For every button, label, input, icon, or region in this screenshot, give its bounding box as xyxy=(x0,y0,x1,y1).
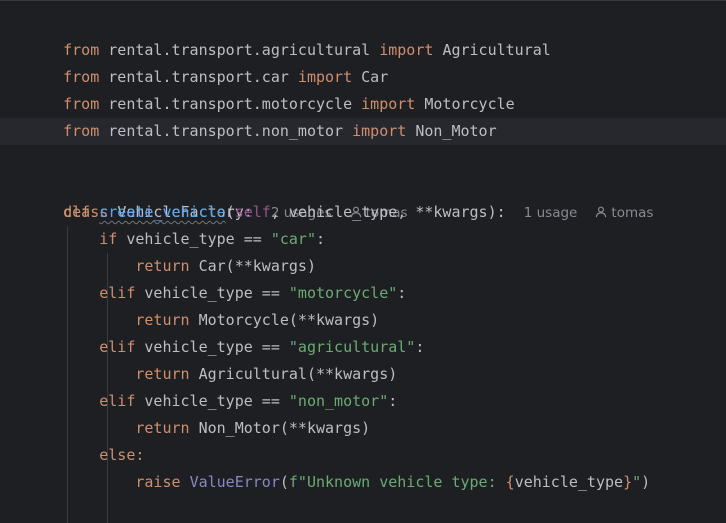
string-literal: "agricultural" xyxy=(288,338,416,356)
colon: : xyxy=(415,338,425,356)
colon: : xyxy=(388,392,398,410)
fstring-brace-open: { xyxy=(505,473,515,491)
fstring-brace-close: } xyxy=(623,473,633,491)
code-line-import[interactable]: from rental.transport.motorcycle import … xyxy=(27,64,515,113)
keyword-elif: elif xyxy=(99,338,136,356)
keyword-if: if xyxy=(99,230,118,248)
keyword-return: return xyxy=(135,311,190,329)
code-line-condition[interactable]: elif vehicle_type == "agricultural": xyxy=(27,334,424,361)
method-params: , vehicle_type, **kwargs): xyxy=(270,203,506,221)
code-line-return[interactable]: return Agricultural(**kwargs) xyxy=(27,361,397,388)
string-literal: "car" xyxy=(270,230,316,248)
condition: vehicle_type == xyxy=(117,230,271,248)
constructor-call: Agricultural(**kwargs) xyxy=(198,365,398,383)
keyword-raise: raise xyxy=(135,473,181,491)
constructor-call: Car(**kwargs) xyxy=(198,257,316,275)
author-hint[interactable]: tomas xyxy=(595,205,653,221)
colon: : xyxy=(316,230,326,248)
keyword-else: else: xyxy=(99,446,145,464)
code-line-condition[interactable]: if vehicle_type == "car": xyxy=(27,226,325,253)
colon: : xyxy=(397,284,407,302)
keyword-return: return xyxy=(135,257,190,275)
code-line-class[interactable]: class VehicleFactory: 2 usages tomas xyxy=(27,172,407,221)
constructor-call: Non_Motor(**kwargs) xyxy=(198,419,371,437)
builtin-exception: ValueError xyxy=(189,473,280,491)
condition: vehicle_type == xyxy=(135,338,289,356)
string-literal: "motorcycle" xyxy=(288,284,398,302)
keyword-def: def xyxy=(63,203,91,221)
condition: vehicle_type == xyxy=(135,392,289,410)
code-line-return[interactable]: return Motorcycle(**kwargs) xyxy=(27,307,379,334)
keyword-from: from xyxy=(63,122,100,140)
method-name: create_vehicle xyxy=(99,203,226,221)
code-editor[interactable]: from rental.transport.agricultural impor… xyxy=(0,0,726,523)
condition: vehicle_type == xyxy=(135,284,289,302)
constructor-call: Motorcycle(**kwargs) xyxy=(198,311,380,329)
keyword-return: return xyxy=(135,419,190,437)
fstring-variable: vehicle_type xyxy=(514,473,624,491)
self-param: self xyxy=(234,203,271,221)
usages-hint[interactable]: 1 usage xyxy=(524,205,578,221)
code-line-def[interactable]: def create_vehicle(self, vehicle_type, *… xyxy=(27,199,653,226)
code-line-import[interactable]: from rental.transport.agricultural impor… xyxy=(27,10,551,59)
code-line-return[interactable]: return Non_Motor(**kwargs) xyxy=(27,415,370,442)
module-name: rental.transport.non_motor xyxy=(108,122,344,140)
string-literal: "non_motor" xyxy=(288,392,389,410)
paren-open: ( xyxy=(279,473,289,491)
code-line-import[interactable]: from rental.transport.non_motor import N… xyxy=(27,91,497,140)
code-line-else[interactable]: else: xyxy=(27,442,144,469)
code-line-condition[interactable]: elif vehicle_type == "non_motor": xyxy=(27,388,397,415)
code-line-return[interactable]: return Car(**kwargs) xyxy=(27,253,316,280)
imported-name: Agricultural xyxy=(442,41,551,59)
author-name: tomas xyxy=(611,205,654,221)
code-line-condition[interactable]: elif vehicle_type == "motorcycle": xyxy=(27,280,406,307)
user-icon xyxy=(595,206,607,218)
fstring-end: " xyxy=(632,473,642,491)
keyword-return: return xyxy=(135,365,190,383)
paren-close: ) xyxy=(641,473,651,491)
keyword-elif: elif xyxy=(99,284,136,302)
code-line-import[interactable]: from rental.transport.car import Car xyxy=(27,37,388,86)
keyword-import: import xyxy=(352,122,407,140)
paren-open: ( xyxy=(225,203,235,221)
keyword-elif: elif xyxy=(99,392,136,410)
code-line-raise[interactable]: raise ValueError(f"Unknown vehicle type:… xyxy=(27,469,650,496)
editor-top-border xyxy=(0,0,726,1)
imported-name: Non_Motor xyxy=(415,122,497,140)
fstring-start: f"Unknown vehicle type: xyxy=(288,473,506,491)
